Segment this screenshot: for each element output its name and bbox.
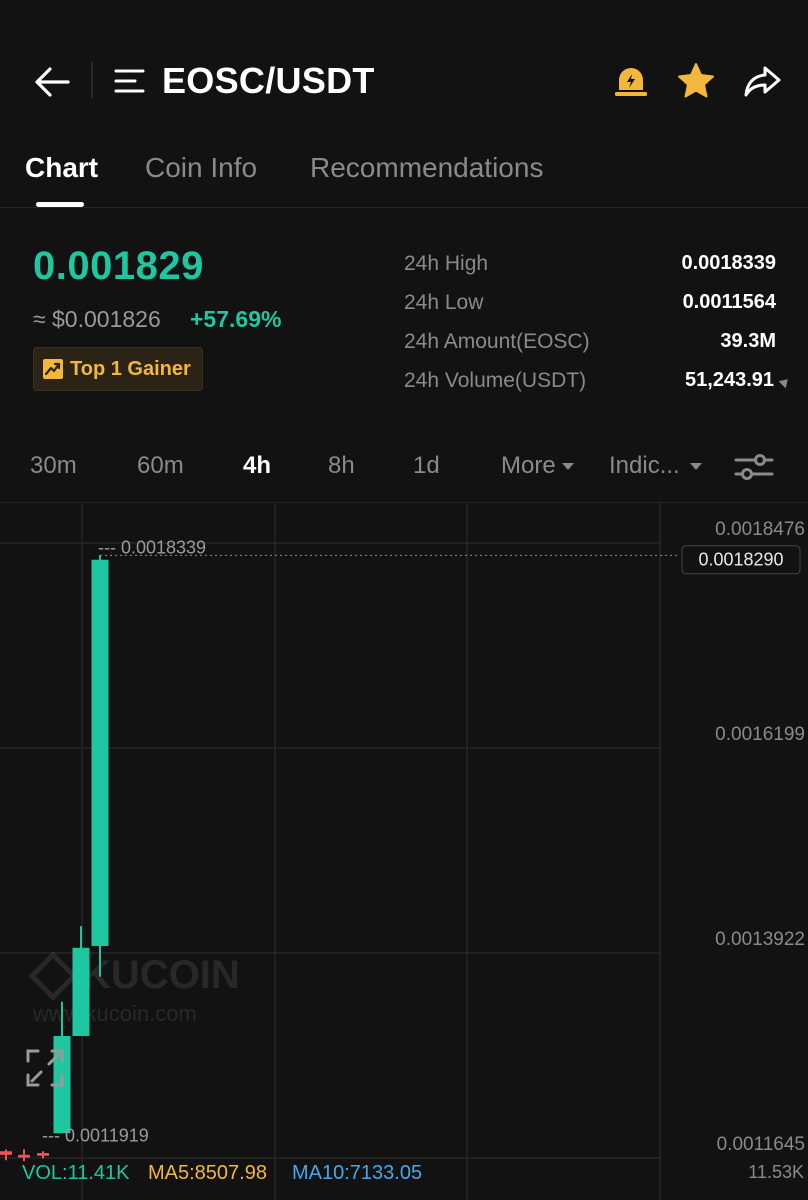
stat-24h-high: 24h High 0.0018339 (404, 252, 776, 291)
header-divider (91, 62, 93, 98)
tab-chart[interactable]: Chart (25, 152, 98, 184)
share-button[interactable] (742, 60, 784, 102)
interval-8h[interactable]: 8h (328, 452, 355, 480)
share-icon (744, 66, 781, 97)
stat-24h-amount: 24h Amount(EOSC) 39.3M (404, 330, 776, 369)
candle-body (0, 1151, 12, 1155)
chart-canvas: KUCOIN www.kucoin.com 0.0018476 0.0016199… (0, 503, 805, 1200)
candle-body (72, 947, 90, 1037)
expand-caret-icon (778, 375, 792, 389)
stat-24h-low: 24h Low 0.0011564 (404, 291, 776, 330)
last-price: 0.001829 (33, 244, 204, 288)
y-axis-tick-label: 0.0018476 (715, 519, 805, 540)
badge-label: Top 1 Gainer (70, 357, 191, 380)
alert-bell-icon (615, 68, 647, 96)
star-icon (678, 63, 714, 98)
price-change: +57.69% (190, 306, 282, 332)
tab-bar: Chart Coin Info Recommendations (0, 150, 808, 208)
trend-up-icon (43, 359, 63, 379)
more-intervals-dropdown[interactable]: More (501, 452, 574, 480)
volume-axis-label: 11.53K (748, 1162, 804, 1182)
low-price-marker: --- 0.0011919 (42, 1125, 149, 1145)
more-label: More (501, 452, 556, 479)
stats-panel: 24h High 0.0018339 24h Low 0.0011564 24h… (404, 252, 792, 408)
y-axis-tick-label: 0.0013922 (715, 929, 805, 950)
active-tab-indicator (36, 202, 84, 207)
stat-value: 0.0011564 (682, 291, 776, 313)
candle-body (18, 1154, 30, 1158)
current-price-label: 0.0018290 (698, 550, 783, 570)
sliders-icon (734, 454, 774, 480)
tab-coin-info[interactable]: Coin Info (145, 152, 257, 184)
stat-label: 24h Low (404, 291, 484, 314)
chevron-down-icon (689, 463, 702, 471)
stat-value: 51,243.91 (685, 369, 774, 391)
interval-30m[interactable]: 30m (30, 452, 77, 480)
stat-value: 39.3M (720, 330, 776, 352)
indicators-dropdown[interactable]: Indic... (609, 452, 702, 480)
high-price-marker: --- 0.0018339 (98, 537, 206, 557)
back-arrow-icon (35, 67, 70, 97)
interval-60m[interactable]: 60m (137, 452, 184, 480)
candle-body (91, 559, 109, 946)
candle-body (37, 1153, 49, 1156)
tab-recommendations[interactable]: Recommendations (310, 152, 543, 184)
stat-label: 24h Volume(USDT) (404, 369, 587, 392)
stat-value: 0.0018339 (681, 252, 776, 274)
pair-menu-button[interactable] (113, 66, 147, 96)
chevron-down-icon (561, 463, 574, 471)
ma10-value: MA10:7133.05 (292, 1162, 423, 1184)
stat-label: 24h Amount(EOSC) (404, 330, 590, 353)
y-axis-tick-label: 0.0016199 (715, 724, 805, 745)
indicators-label: Indic... (609, 452, 680, 479)
candlestick-chart[interactable]: KUCOIN www.kucoin.com 0.0018476 0.0016199… (0, 502, 808, 1200)
pair-title[interactable]: EOSC/USDT (162, 60, 375, 102)
menu-icon (114, 69, 145, 93)
y-axis-labels: 0.0018476 0.0016199 0.0013922 0.0011645 (715, 519, 805, 1155)
stat-24h-volume[interactable]: 24h Volume(USDT) 51,243.91 (404, 369, 792, 408)
y-axis-tick-label: 0.0011645 (717, 1134, 805, 1155)
back-button[interactable] (30, 62, 74, 102)
price-alert-button[interactable] (610, 60, 652, 102)
ma5-value: MA5:8507.98 (148, 1162, 267, 1184)
favorite-button[interactable] (675, 60, 717, 102)
top-bar: EOSC/USDT (0, 0, 808, 140)
usd-price: ≈ $0.001826 (33, 306, 161, 332)
top-gainer-badge[interactable]: Top 1 Gainer (33, 347, 203, 391)
volume-value: VOL:11.41K (22, 1162, 130, 1184)
candle-group (0, 555, 109, 1162)
stat-label: 24h High (404, 252, 489, 275)
chart-settings-button[interactable] (733, 450, 775, 484)
interval-4h[interactable]: 4h (243, 452, 271, 480)
interval-bar: 30m 60m 4h 8h 1d More Indic... (0, 440, 808, 490)
watermark-url: www.kucoin.com (32, 1001, 197, 1026)
interval-1d[interactable]: 1d (413, 452, 440, 480)
watermark-logo: KUCOIN (82, 953, 240, 997)
volume-indicator-row: VOL:11.41K MA5:8507.98 MA10:7133.05 11.5… (0, 1162, 808, 1192)
